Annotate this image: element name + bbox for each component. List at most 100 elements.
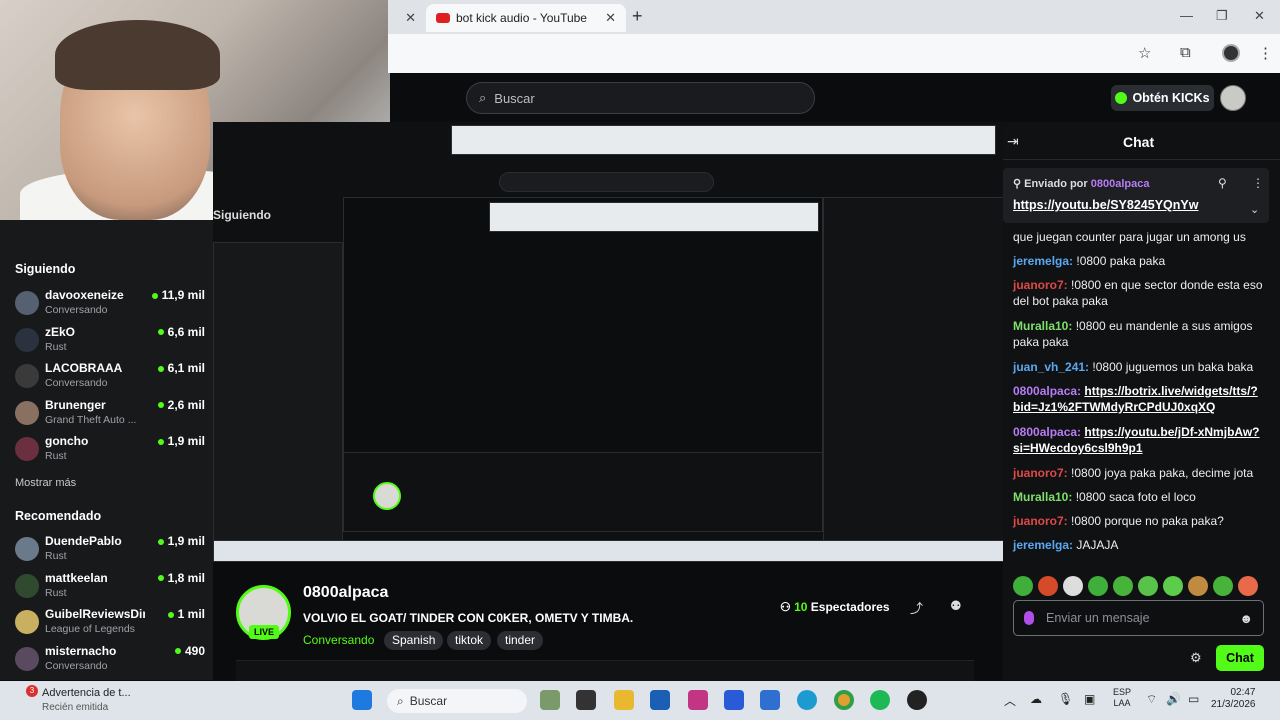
chat-username[interactable]: 0800alpaca:: [1013, 384, 1081, 398]
task-view-icon[interactable]: [576, 690, 596, 710]
more-options-icon[interactable]: ⋮: [1252, 176, 1264, 190]
emote-icon[interactable]: [1213, 576, 1233, 596]
live-dot-icon: [157, 365, 164, 372]
pinned-link[interactable]: https://youtu.be/SY8245YQnYw: [1013, 198, 1198, 212]
following-item[interactable]: davooxeneize Conversando 11,9 mil: [15, 288, 205, 322]
emoji-icon[interactable]: ☻: [1239, 611, 1253, 626]
cloud-icon[interactable]: ☁: [1030, 692, 1042, 706]
language-indicator[interactable]: ESP LAA: [1113, 687, 1131, 709]
chat-username[interactable]: 0800alpaca:: [1013, 425, 1081, 439]
emote-icon[interactable]: [1088, 576, 1108, 596]
search-input[interactable]: ⌕ Buscar: [466, 82, 815, 114]
close-icon[interactable]: ✕: [605, 10, 616, 26]
tag-tiktok[interactable]: tiktok: [447, 631, 492, 650]
chat-username[interactable]: jeremelga:: [1013, 254, 1073, 268]
following-item[interactable]: zEkO Rust 6,6 mil: [15, 325, 205, 359]
chat-username[interactable]: juan_vh_241:: [1013, 360, 1089, 374]
emote-icon[interactable]: [1013, 576, 1033, 596]
store-icon[interactable]: [650, 690, 670, 710]
streamer-name[interactable]: 0800alpaca: [303, 584, 388, 602]
close-icon[interactable]: ✕: [405, 10, 416, 26]
youtube-icon: [436, 13, 450, 23]
emote-icon[interactable]: [1138, 576, 1158, 596]
emote-icon[interactable]: [1163, 576, 1183, 596]
tab-active[interactable]: bot kick audio - YouTube ✕: [426, 4, 626, 32]
following-item[interactable]: goncho Rust 1,9 mil: [15, 434, 205, 468]
stream-category[interactable]: Conversando: [303, 633, 374, 647]
chevron-down-icon[interactable]: ⌄: [1250, 203, 1259, 216]
battery-icon[interactable]: ▭: [1188, 692, 1199, 706]
share-icon[interactable]: ⤴: [910, 598, 923, 617]
chat-username[interactable]: jeremelga:: [1013, 538, 1073, 552]
viewers-icon: ⚇: [780, 600, 795, 614]
maximize-icon[interactable]: ❐: [1216, 8, 1228, 24]
file-explorer-icon[interactable]: [614, 690, 634, 710]
minimize-icon[interactable]: —: [1180, 8, 1193, 23]
edge-icon[interactable]: [797, 690, 817, 710]
recommended-item[interactable]: misternacho Conversando 490: [15, 644, 205, 678]
bookmark-star-icon[interactable]: ☆: [1138, 44, 1151, 62]
pin-icon: ⚲: [1013, 178, 1025, 190]
new-tab-button[interactable]: +: [632, 6, 643, 27]
chrome-icon[interactable]: [834, 690, 854, 710]
chat-text: !0800 porque no paka paka?: [1071, 514, 1224, 528]
emote-icon[interactable]: [1113, 576, 1133, 596]
chat-message-input[interactable]: Enviar un mensaje ☻: [1013, 600, 1264, 636]
spotify-icon[interactable]: [870, 690, 890, 710]
emote-icon[interactable]: [1188, 576, 1208, 596]
volume-icon[interactable]: 🔊: [1166, 692, 1181, 706]
get-kicks-button[interactable]: Obtén KICKs: [1111, 85, 1214, 111]
lang-code: ESP: [1113, 687, 1132, 697]
windows-start-icon[interactable]: [352, 690, 372, 710]
tab-previous[interactable]: ✕: [388, 4, 426, 32]
following-item[interactable]: LACOBRAAA Conversando 6,1 mil: [15, 361, 205, 395]
chat-username[interactable]: Muralla10:: [1013, 319, 1072, 333]
send-chat-button[interactable]: Chat: [1216, 645, 1264, 671]
following-item[interactable]: Brunenger Grand Theft Auto ... 2,6 mil: [15, 398, 205, 432]
app-icon[interactable]: [724, 690, 744, 710]
viewer-count-value: 1,9 mil: [167, 434, 205, 448]
tag-spanish[interactable]: Spanish: [384, 631, 444, 650]
chat-message: juanoro7: !0800 en que sector donde esta…: [1013, 277, 1263, 309]
instagram-icon[interactable]: [688, 690, 708, 710]
notification-badge[interactable]: 3: [26, 685, 38, 697]
chat-username[interactable]: Muralla10:: [1013, 490, 1072, 504]
stream-title: VOLVIO EL GOAT/ TINDER CON C0KER, OMETV …: [303, 611, 634, 625]
show-more-link[interactable]: Mostrar más: [15, 477, 76, 489]
profile-avatar[interactable]: [1222, 44, 1240, 62]
extensions-icon[interactable]: ⧉: [1180, 44, 1191, 61]
clock[interactable]: 02:47 21/3/2026: [1211, 687, 1256, 711]
chevron-up-icon[interactable]: ︿: [1004, 692, 1016, 709]
pinned-by-label: Enviado por: [1024, 178, 1088, 190]
user-avatar[interactable]: [1220, 85, 1246, 111]
channel-name: davooxeneize: [45, 288, 124, 302]
emote-icon[interactable]: [1063, 576, 1083, 596]
chat-username[interactable]: juanoro7:: [1013, 466, 1068, 480]
unpin-icon[interactable]: ⚲: [1218, 176, 1227, 190]
wifi-icon[interactable]: ⌔: [1146, 692, 1157, 707]
taskbar-search[interactable]: ⌕ Buscar: [387, 689, 527, 713]
display-icon[interactable]: ▣: [1084, 692, 1095, 706]
collapse-chat-icon[interactable]: ⇥: [1007, 133, 1019, 150]
recommended-item[interactable]: DuendePablo Rust 1,9 mil: [15, 534, 205, 568]
obs-icon[interactable]: [907, 690, 927, 710]
pinned-user[interactable]: 0800alpaca: [1091, 178, 1150, 190]
close-window-icon[interactable]: ✕: [1254, 8, 1265, 24]
gear-icon[interactable]: ⚙: [1190, 650, 1202, 666]
menu-kebab-icon[interactable]: ⋮: [1258, 44, 1273, 62]
chat-username[interactable]: juanoro7:: [1013, 278, 1068, 292]
emote-icon[interactable]: [1038, 576, 1058, 596]
follow-user-icon[interactable]: ⚉: [950, 598, 962, 614]
chat-username[interactable]: juanoro7:: [1013, 514, 1068, 528]
recommended-item[interactable]: GuibelReviewsDir... League of Legends 1 mi…: [15, 607, 205, 641]
microphone-icon[interactable]: 🎙: [1058, 692, 1073, 706]
notification-title[interactable]: Advertencia de t...: [42, 687, 131, 699]
viewer-count-value: 2,6 mil: [167, 397, 205, 412]
tag-tinder[interactable]: tinder: [497, 631, 544, 650]
widgets-icon[interactable]: [540, 690, 560, 710]
clock-date: 21/3/2026: [1211, 699, 1256, 710]
viewer-count: 1,8 mil: [157, 571, 205, 585]
recommended-item[interactable]: mattkeelan Rust 1,8 mil: [15, 571, 205, 605]
emote-icon[interactable]: [1238, 576, 1258, 596]
vpn-icon[interactable]: [760, 690, 780, 710]
